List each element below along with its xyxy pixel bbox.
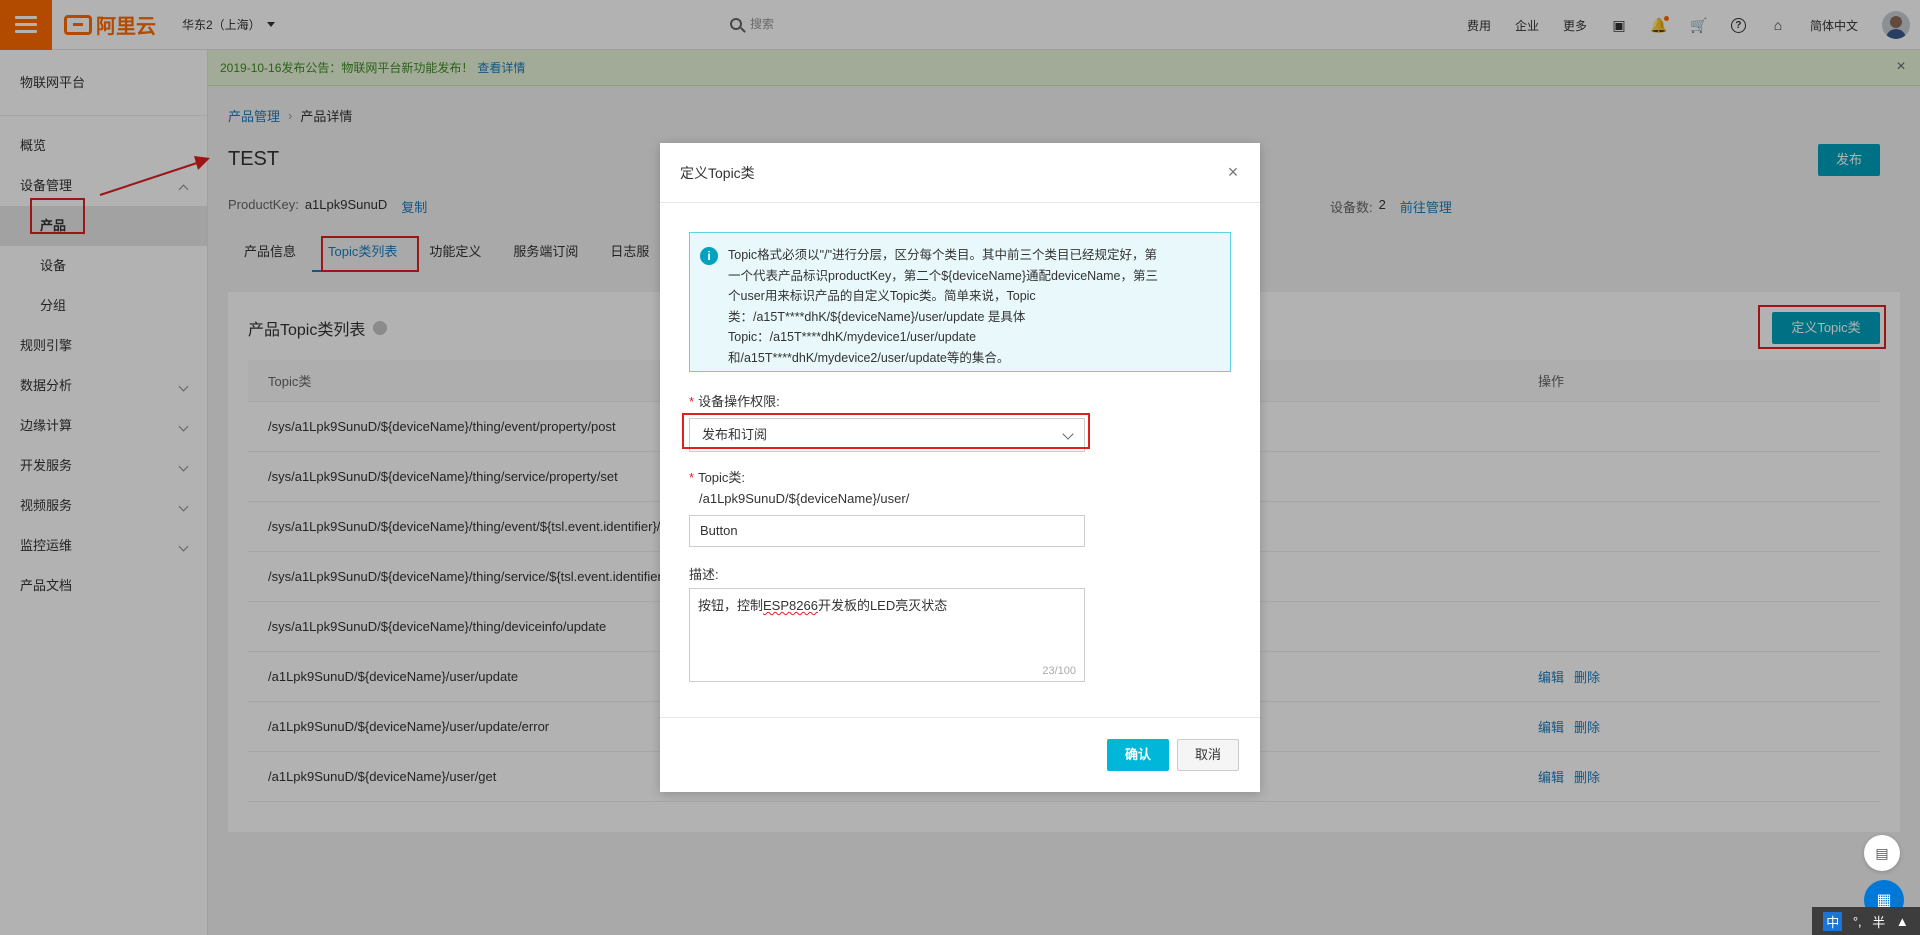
description-textarea[interactable]: 按钮，控制ESP8266开发板的LED亮灭状态 23/100 bbox=[689, 588, 1085, 682]
ime-chinese-mode[interactable]: 中 bbox=[1823, 911, 1843, 931]
description-label: 描述: bbox=[689, 567, 719, 582]
required-mark: * bbox=[689, 394, 695, 409]
topic-name-input[interactable]: Button bbox=[689, 515, 1085, 547]
dialog-title: 定义Topic类 bbox=[680, 165, 755, 181]
topic-class-label: * Topic类: bbox=[689, 470, 746, 485]
ime-toolbar: 中 °, 半 ▲ bbox=[1812, 907, 1920, 935]
confirm-button[interactable]: 确认 bbox=[1107, 739, 1169, 771]
char-counter: 23/100 bbox=[1042, 665, 1076, 677]
permission-select[interactable]: 发布和订阅 bbox=[689, 418, 1085, 452]
define-topic-dialog: 定义Topic类 × i Topic格式必须以"/"进行分层，区分每个类目。其中… bbox=[660, 143, 1260, 792]
topic-prefix: /a1Lpk9SunuD/${deviceName}/user/ bbox=[699, 491, 910, 506]
ime-punctuation[interactable]: °, bbox=[1853, 914, 1862, 929]
dialog-footer: 确认 取消 bbox=[660, 717, 1260, 792]
permission-label: * 设备操作权限: bbox=[689, 394, 780, 409]
info-icon: i bbox=[700, 247, 718, 265]
dialog-header: 定义Topic类 × bbox=[660, 143, 1260, 203]
ime-half-width[interactable]: 半 bbox=[1872, 912, 1885, 931]
ime-shirt-icon[interactable]: ▲ bbox=[1896, 914, 1909, 929]
cancel-button[interactable]: 取消 bbox=[1177, 739, 1239, 771]
chat-icon[interactable]: ▤ bbox=[1864, 835, 1900, 871]
required-mark: * bbox=[689, 470, 695, 485]
topic-format-info: i Topic格式必须以"/"进行分层，区分每个类目。其中前三个类目已经规定好，… bbox=[689, 232, 1231, 372]
chevron-down-icon bbox=[1062, 428, 1074, 440]
close-icon[interactable]: × bbox=[1226, 163, 1240, 181]
